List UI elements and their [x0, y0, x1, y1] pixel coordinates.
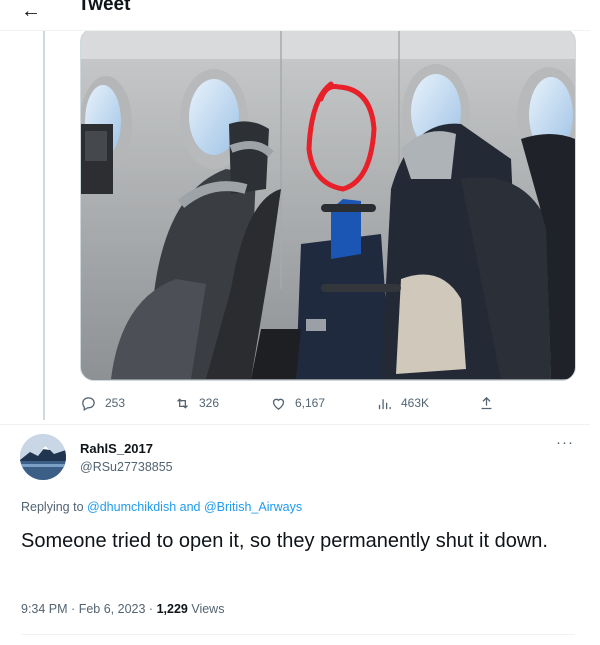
mention-link-dhumchikdish[interactable]: @dhumchikdish: [87, 500, 176, 514]
retweet-icon: [177, 397, 188, 409]
views-button[interactable]: 463K: [376, 392, 429, 414]
header-bar: ← Tweet: [0, 0, 590, 31]
share-button[interactable]: [478, 392, 495, 414]
like-count: 6,167: [295, 396, 326, 410]
reply-handle[interactable]: @RSu27738855: [80, 460, 173, 474]
more-options-button[interactable]: ···: [553, 434, 577, 456]
replying-prefix: Replying to: [21, 500, 84, 514]
avatar[interactable]: [20, 434, 66, 480]
heart-icon: [272, 398, 285, 410]
divider: [0, 424, 590, 425]
reply-tweet-text: Someone tried to open it, so they perman…: [21, 530, 548, 552]
tweet-time[interactable]: 9:34 PM: [21, 602, 68, 616]
share-icon: [481, 396, 492, 409]
avatar-image: [20, 434, 66, 480]
separator-dot: ·: [148, 602, 154, 616]
views-count-reply: 1,229: [156, 602, 188, 616]
retweet-button[interactable]: 326: [174, 392, 219, 414]
tweet-timestamp-line: 9:34 PM · Feb 6, 2023 · 1,229 Views: [21, 602, 224, 616]
reply-count: 253: [105, 396, 126, 410]
retweet-count: 326: [199, 396, 220, 410]
tweet-media-image[interactable]: [80, 28, 576, 381]
like-button[interactable]: 6,167: [270, 392, 325, 414]
reply-display-name[interactable]: RahlS_2017: [80, 441, 153, 456]
mention-link-british-airways[interactable]: @British_Airways: [204, 500, 302, 514]
thread-connector-line: [43, 28, 45, 420]
back-button[interactable]: ←: [14, 0, 48, 26]
views-label: Views: [191, 602, 225, 616]
separator-dot: ·: [71, 602, 76, 616]
tweet-page: ← Tweet 253 326 6,167 463K RahlS_2017 @R…: [0, 0, 600, 645]
views-chart-icon: [378, 398, 391, 409]
divider: [21, 634, 575, 635]
tweet-action-bar: 253 326 6,167 463K: [80, 392, 520, 414]
tweet-date[interactable]: Feb 6, 2023: [79, 602, 146, 616]
views-count: 463K: [401, 396, 430, 410]
back-arrow-icon: ←: [21, 0, 41, 22]
replying-to-line: Replying to @dhumchikdish and @British_A…: [21, 500, 302, 514]
airplane-cabin-photo: [81, 29, 575, 380]
reply-button[interactable]: 253: [80, 392, 125, 414]
replying-and: and: [179, 500, 201, 514]
page-title: Tweet: [78, 0, 131, 15]
more-dots-icon: ···: [556, 434, 574, 451]
reply-icon: [82, 396, 95, 411]
